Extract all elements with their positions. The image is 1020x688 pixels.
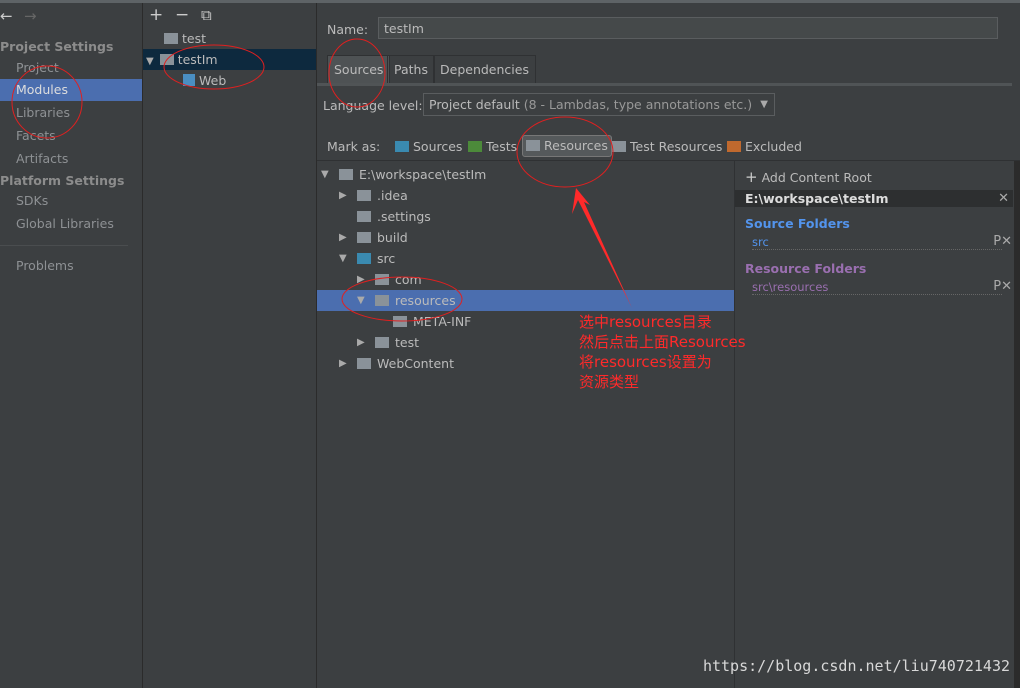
watermark: https://blog.csdn.net/liu740721432: [702, 657, 1010, 675]
annotation-arrow: [572, 188, 632, 308]
annotation-circle-sources-tab: [328, 38, 386, 108]
annotation-circle-resources-button: [516, 116, 614, 188]
annotation-circle-resources-folder: [341, 276, 463, 322]
annotation-circle-testim: [163, 44, 265, 90]
annotation-text: 选中resources目录 然后点击上面Resources 将resources…: [579, 313, 746, 391]
annotation-circle-modules: [11, 65, 83, 139]
annotation-overlay: [11, 38, 632, 322]
